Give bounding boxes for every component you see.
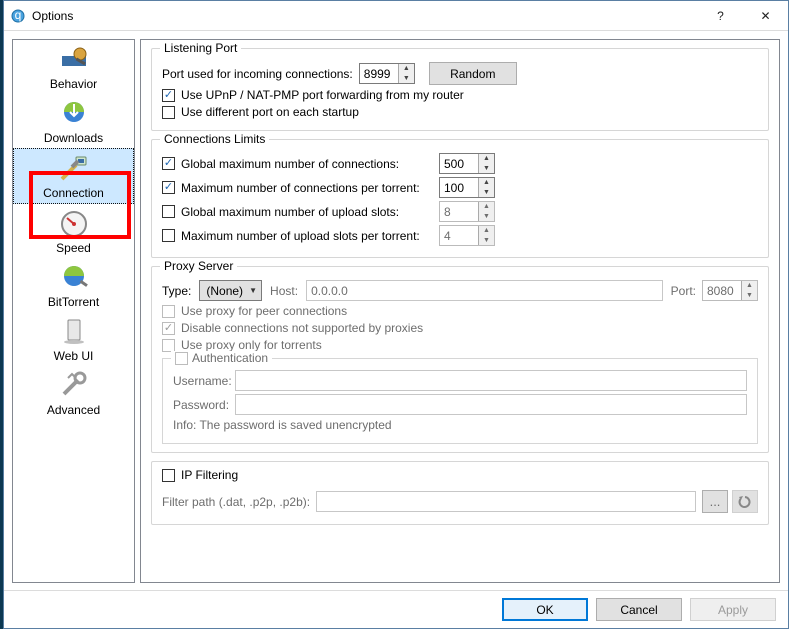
proxy-port-spinbox: ▲▼ bbox=[702, 280, 758, 301]
proxy-user-input bbox=[235, 370, 747, 391]
per-torrent-spinbox[interactable]: ▲▼ bbox=[439, 177, 495, 198]
ipf-reload-button bbox=[732, 490, 758, 513]
speed-icon bbox=[58, 208, 90, 240]
diffport-checkbox[interactable] bbox=[162, 106, 175, 119]
sidebar-item-advanced[interactable]: Advanced bbox=[13, 366, 134, 420]
upload-slots-spinbox: ▲▼ bbox=[439, 201, 495, 222]
proxy-only-torrents-checkbox bbox=[162, 339, 175, 352]
spin-down-icon: ▼ bbox=[399, 74, 414, 84]
settings-panel: Listening Port Port used for incoming co… bbox=[140, 39, 780, 583]
window-title: Options bbox=[32, 9, 698, 23]
behavior-icon bbox=[58, 44, 90, 76]
connection-icon bbox=[58, 153, 90, 185]
global-conn-checkbox[interactable] bbox=[162, 157, 175, 170]
close-button[interactable]: ✕ bbox=[743, 1, 788, 30]
category-sidebar: Behavior Downloads Connection Speed BitT… bbox=[12, 39, 135, 583]
proxy-type-select[interactable]: (None) bbox=[199, 280, 262, 301]
sidebar-item-speed[interactable]: Speed bbox=[13, 204, 134, 258]
proxy-auth-checkbox bbox=[175, 352, 188, 365]
proxy-auth-group: Authentication Username: Password: Info:… bbox=[162, 358, 758, 444]
upnp-checkbox[interactable] bbox=[162, 89, 175, 102]
dialog-footer: OK Cancel Apply bbox=[4, 590, 788, 628]
help-button[interactable]: ? bbox=[698, 1, 743, 30]
ip-filtering-group: IP Filtering Filter path (.dat, .p2p, .p… bbox=[151, 461, 769, 525]
random-port-button[interactable]: Random bbox=[429, 62, 517, 85]
apply-button: Apply bbox=[690, 598, 776, 621]
ok-button[interactable]: OK bbox=[502, 598, 588, 621]
connections-limits-group: Connections Limits Global maximum number… bbox=[151, 139, 769, 258]
sidebar-item-connection[interactable]: Connection bbox=[13, 148, 134, 204]
sidebar-item-bittorrent[interactable]: BitTorrent bbox=[13, 258, 134, 312]
options-dialog: q Options ? ✕ Behavior Downloads Connect… bbox=[3, 0, 789, 629]
proxy-disable-checkbox bbox=[162, 322, 175, 335]
sidebar-item-behavior[interactable]: Behavior bbox=[13, 40, 134, 94]
reload-icon bbox=[738, 495, 752, 509]
svg-text:q: q bbox=[15, 9, 22, 22]
per-torrent-checkbox[interactable] bbox=[162, 181, 175, 194]
proxy-server-group: Proxy Server Type: (None) Host: Port: ▲▼… bbox=[151, 266, 769, 453]
cancel-button[interactable]: Cancel bbox=[596, 598, 682, 621]
ipf-checkbox[interactable] bbox=[162, 469, 175, 482]
titlebar: q Options ? ✕ bbox=[4, 1, 788, 31]
advanced-icon bbox=[58, 370, 90, 402]
sidebar-item-webui[interactable]: Web UI bbox=[13, 312, 134, 366]
webui-icon bbox=[58, 316, 90, 348]
proxy-peer-checkbox bbox=[162, 305, 175, 318]
listening-port-group: Listening Port Port used for incoming co… bbox=[151, 48, 769, 131]
global-conn-spinbox[interactable]: ▲▼ bbox=[439, 153, 495, 174]
app-icon: q bbox=[10, 8, 26, 24]
port-spinbox[interactable]: ▲▼ bbox=[359, 63, 415, 84]
spin-up-icon: ▲ bbox=[399, 64, 414, 74]
sidebar-item-downloads[interactable]: Downloads bbox=[13, 94, 134, 148]
ipf-path-input bbox=[316, 491, 696, 512]
downloads-icon bbox=[58, 98, 90, 130]
ipf-browse-button[interactable]: ... bbox=[702, 490, 728, 513]
upload-per-torrent-spinbox: ▲▼ bbox=[439, 225, 495, 246]
proxy-pass-input bbox=[235, 394, 747, 415]
bittorrent-icon bbox=[58, 262, 90, 294]
proxy-host-input bbox=[306, 280, 663, 301]
port-label: Port used for incoming connections: bbox=[162, 67, 353, 81]
upload-slots-checkbox[interactable] bbox=[162, 205, 175, 218]
upload-per-torrent-checkbox[interactable] bbox=[162, 229, 175, 242]
